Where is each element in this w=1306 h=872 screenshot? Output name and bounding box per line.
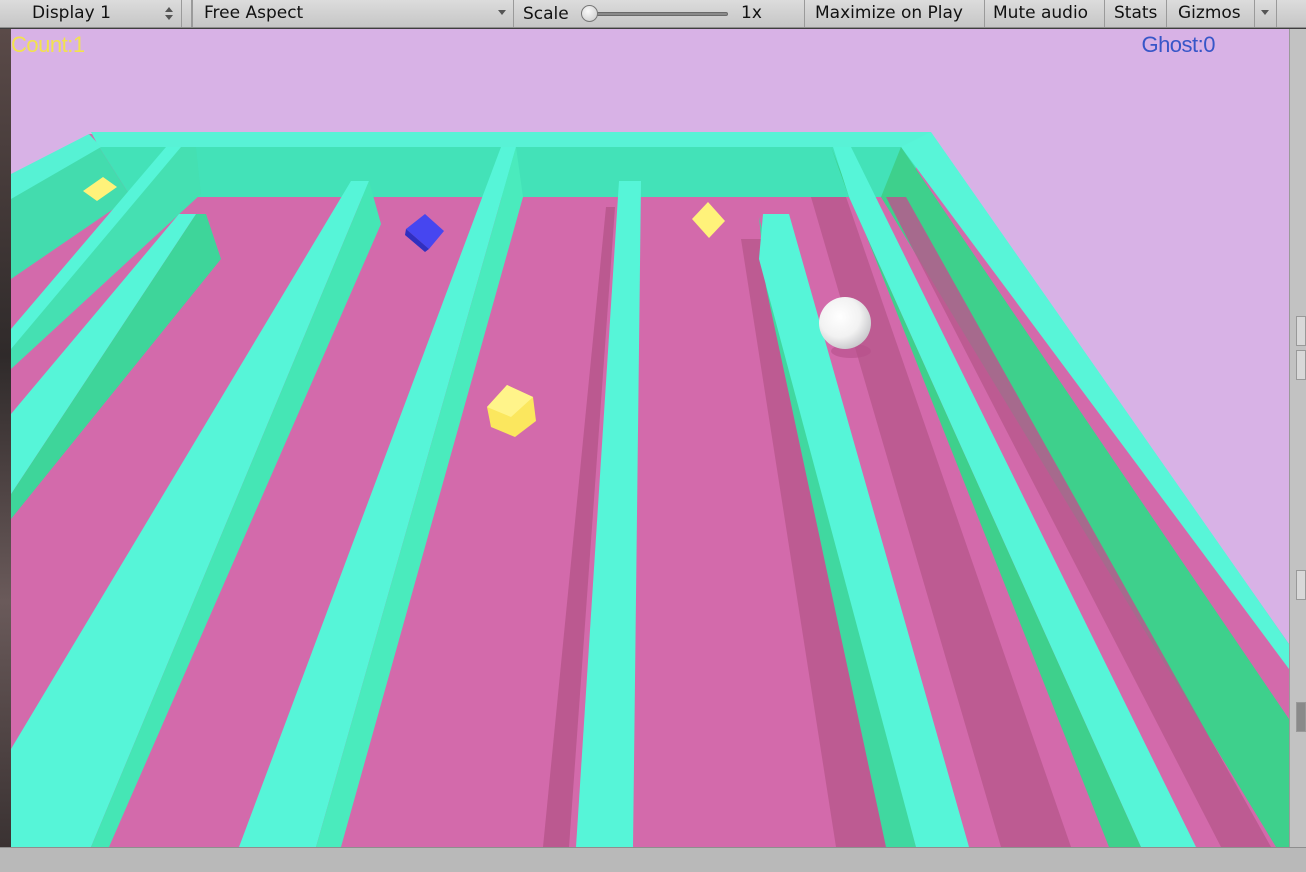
scale-value: 1x: [741, 3, 762, 23]
aspect-label: Free Aspect: [204, 3, 304, 23]
scale-slider-handle[interactable]: [581, 5, 598, 22]
maximize-on-play-button[interactable]: Maximize on Play: [805, 0, 985, 27]
mute-label: Mute audio: [993, 3, 1089, 23]
count-label: Count:1: [11, 32, 85, 57]
mute-audio-button[interactable]: Mute audio: [985, 0, 1105, 27]
status-bar: [0, 847, 1306, 872]
gizmos-label: Gizmos: [1178, 3, 1241, 23]
game-view-toolbar: Display 1 Free Aspect Scale 1x Maximize …: [0, 0, 1306, 28]
scrollbar-thumb[interactable]: [1296, 702, 1306, 732]
chevron-down-icon: [498, 10, 506, 15]
stats-button[interactable]: Stats: [1105, 0, 1167, 27]
chevron-down-icon: [1261, 10, 1269, 15]
side-tab[interactable]: [1296, 350, 1306, 380]
scale-label: Scale: [523, 4, 569, 24]
maze-scene: [11, 132, 1289, 847]
ghost-label: Ghost:0: [1141, 32, 1215, 57]
back-wall-top: [91, 132, 931, 147]
display-label: Display 1: [32, 3, 111, 23]
updown-arrow-icon: [165, 7, 173, 21]
left-panel-edge: [0, 29, 11, 847]
side-tab[interactable]: [1296, 570, 1306, 600]
maximize-label: Maximize on Play: [815, 3, 963, 23]
side-tab[interactable]: [1296, 316, 1306, 346]
aspect-dropdown[interactable]: Free Aspect: [192, 0, 514, 27]
game-view[interactable]: Count:1 Ghost:0: [11, 29, 1289, 847]
toolbar-divider: [182, 0, 192, 27]
player-ball: [819, 297, 871, 349]
scale-slider-track[interactable]: [590, 12, 728, 16]
display-dropdown[interactable]: Display 1: [0, 0, 182, 27]
stats-label: Stats: [1114, 3, 1158, 23]
gizmos-button[interactable]: Gizmos: [1167, 0, 1255, 27]
gizmos-dropdown[interactable]: [1255, 0, 1277, 27]
